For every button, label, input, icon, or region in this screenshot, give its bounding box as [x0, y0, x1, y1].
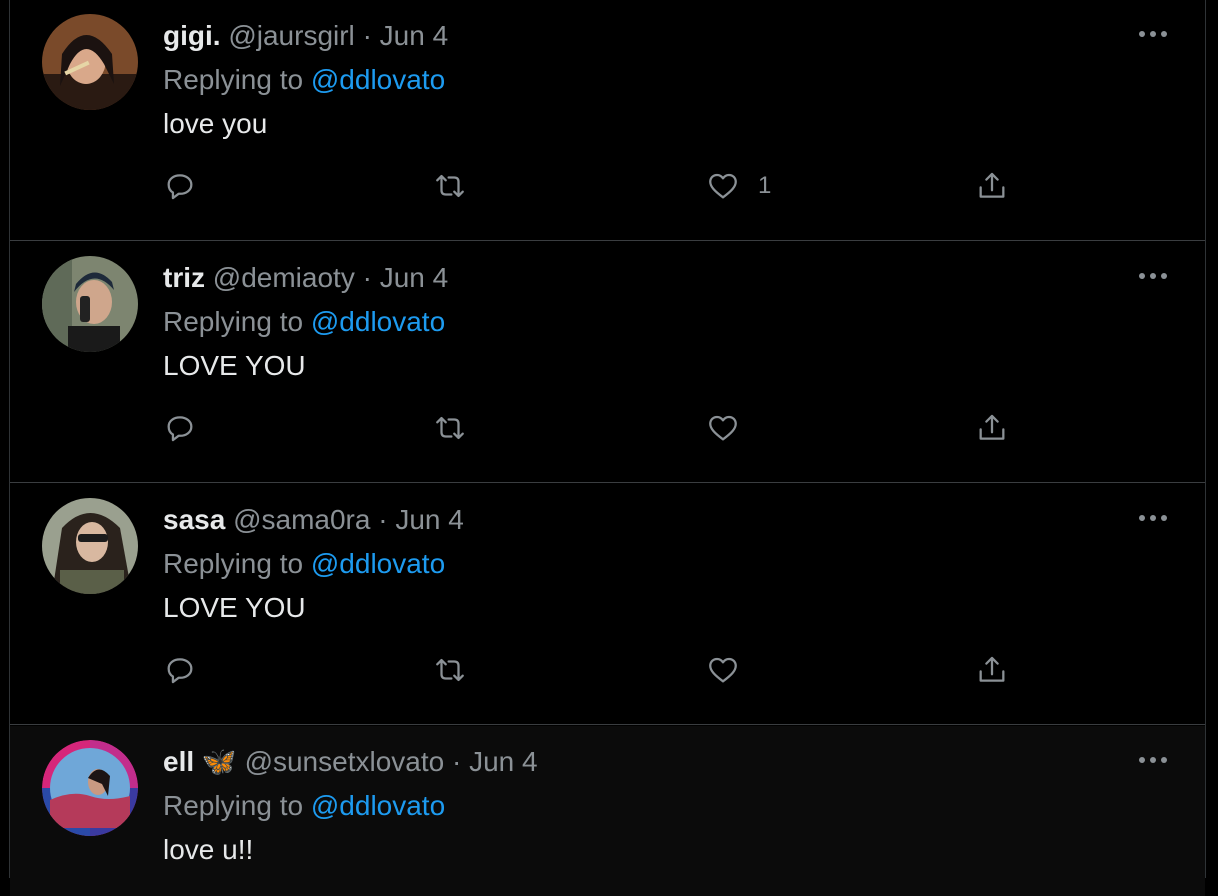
retweet-icon [436, 416, 464, 440]
reply-icon [167, 658, 193, 684]
separator: · [362, 20, 372, 51]
reply-button[interactable] [163, 166, 197, 206]
tweet[interactable]: ell 🦋 @sunsetxlovato · Jun 4 Replying to… [10, 726, 1205, 896]
more-icon[interactable] [1137, 264, 1169, 288]
separator: · [378, 504, 388, 535]
tweet[interactable]: sasa @sama0ra · Jun 4 Replying to @ddlov… [10, 484, 1205, 725]
user-handle[interactable]: @jaursgirl [228, 20, 354, 51]
tweet-header: ell 🦋 @sunsetxlovato · Jun 4 [163, 744, 538, 780]
replying-to: Replying to @ddlovato [163, 546, 445, 582]
replying-prefix: Replying to [163, 306, 304, 337]
display-name[interactable]: gigi. [163, 20, 221, 51]
display-name[interactable]: sasa [163, 504, 225, 535]
tweet-text: LOVE YOU [163, 350, 306, 381]
tweet-date[interactable]: Jun 4 [380, 20, 449, 51]
user-handle[interactable]: @demiaoty [213, 262, 355, 293]
retweet-button[interactable] [433, 166, 467, 206]
tweet-date[interactable]: Jun 4 [395, 504, 464, 535]
reply-button[interactable] [163, 650, 197, 690]
share-icon [979, 656, 1005, 682]
avatar[interactable] [42, 256, 138, 352]
replying-to: Replying to @ddlovato [163, 788, 445, 824]
more-icon[interactable] [1137, 748, 1169, 772]
tweet-actions [10, 650, 1205, 690]
user-handle[interactable]: @sama0ra [233, 504, 370, 535]
retweet-icon [436, 658, 464, 682]
tweet-text: LOVE YOU [163, 592, 306, 623]
tweet[interactable]: gigi. @jaursgirl · Jun 4 Replying to @dd… [10, 0, 1205, 241]
tweet-date[interactable]: Jun 4 [380, 262, 449, 293]
avatar[interactable] [42, 498, 138, 594]
replying-to: Replying to @ddlovato [163, 62, 445, 98]
retweet-button[interactable] [433, 408, 467, 448]
reply-icon [167, 416, 193, 442]
like-button[interactable] [706, 650, 758, 690]
retweet-icon [436, 174, 464, 198]
tweet[interactable]: triz @demiaoty · Jun 4 Replying to @ddlo… [10, 242, 1205, 483]
share-button[interactable] [975, 650, 1009, 690]
user-handle[interactable]: @sunsetxlovato [245, 746, 445, 777]
share-button[interactable] [975, 166, 1009, 206]
mention-link[interactable]: @ddlovato [311, 306, 445, 337]
share-icon [979, 172, 1005, 198]
retweet-button[interactable] [433, 650, 467, 690]
reply-button[interactable] [163, 408, 197, 448]
mention-link[interactable]: @ddlovato [311, 548, 445, 579]
more-icon[interactable] [1137, 22, 1169, 46]
tweet-actions [10, 408, 1205, 448]
separator: · [451, 746, 462, 777]
mention-link[interactable]: @ddlovato [311, 64, 445, 95]
replying-prefix: Replying to [163, 64, 304, 95]
avatar[interactable] [42, 740, 138, 836]
heart-icon [709, 657, 737, 683]
display-name[interactable]: triz [163, 262, 205, 293]
tweet-header: gigi. @jaursgirl · Jun 4 [163, 18, 448, 54]
like-button[interactable] [706, 408, 758, 448]
replying-prefix: Replying to [163, 548, 304, 579]
like-button[interactable]: 1 [706, 166, 771, 206]
avatar[interactable] [42, 14, 138, 110]
tweet-text: love you [163, 108, 268, 139]
mention-link[interactable]: @ddlovato [311, 790, 445, 821]
tweet-text: love u!! [163, 834, 254, 865]
heart-icon [709, 173, 737, 199]
tweet-actions: 1 [10, 166, 1205, 206]
replying-prefix: Replying to [163, 790, 304, 821]
more-icon[interactable] [1137, 506, 1169, 530]
like-count: 1 [758, 172, 772, 199]
reply-icon [167, 174, 193, 200]
tweet-header: sasa @sama0ra · Jun 4 [163, 502, 464, 538]
heart-icon [709, 415, 737, 441]
replying-to: Replying to @ddlovato [163, 304, 445, 340]
tweet-header: triz @demiaoty · Jun 4 [163, 260, 448, 296]
share-button[interactable] [975, 408, 1009, 448]
timeline: gigi. @jaursgirl · Jun 4 Replying to @dd… [9, 0, 1206, 896]
display-name[interactable]: ell 🦋 [163, 746, 237, 777]
separator: · [362, 262, 372, 293]
tweet-date[interactable]: Jun 4 [469, 746, 538, 777]
share-icon [979, 414, 1005, 440]
